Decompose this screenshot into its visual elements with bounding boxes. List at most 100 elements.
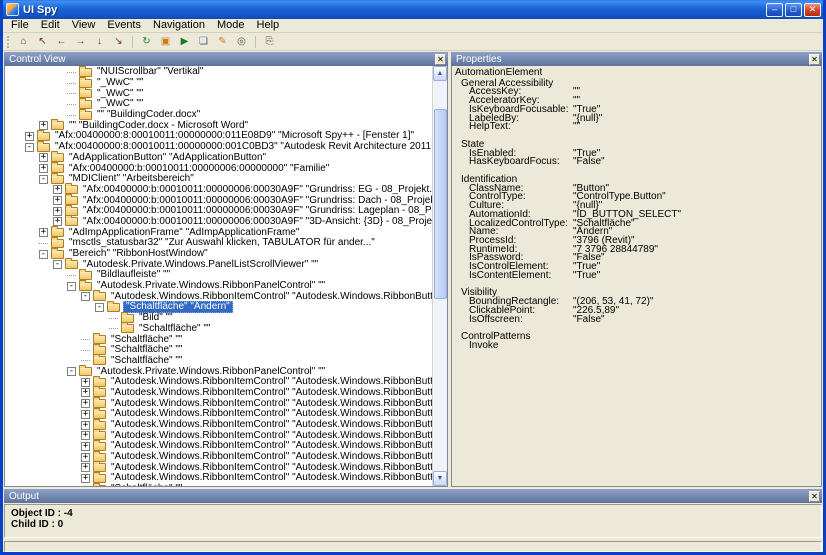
tree-item[interactable]: +"Autodesk.Windows.RibbonItemControl" "A…	[5, 473, 432, 484]
tree-item[interactable]: "Schaltfläche" ""	[5, 334, 432, 345]
expand-icon[interactable]: +	[81, 431, 90, 440]
collapse-icon[interactable]: -	[39, 175, 48, 184]
menu-mode[interactable]: Mode	[211, 19, 251, 32]
menu-help[interactable]: Help	[251, 19, 286, 32]
tree-item[interactable]: "Bild" ""	[5, 313, 432, 324]
control-view-close-icon[interactable]: ✕	[435, 54, 446, 65]
scroll-up-icon[interactable]: ▲	[433, 66, 447, 81]
folder-icon	[107, 303, 120, 312]
expand-icon[interactable]: +	[25, 132, 34, 141]
folder-icon	[51, 121, 64, 130]
tree-item[interactable]: + "Autodesk.Windows.RibbonItemControl" "A…	[5, 420, 432, 431]
expand-icon[interactable]: +	[81, 378, 90, 387]
minimize-button[interactable]: –	[766, 3, 783, 17]
folder-icon	[93, 399, 106, 408]
scroll-track[interactable]	[433, 81, 447, 471]
collapse-icon[interactable]: -	[39, 250, 48, 259]
expand-icon[interactable]: +	[81, 388, 90, 397]
first-child-icon[interactable]: ↓	[91, 34, 108, 49]
scroll-thumb[interactable]	[434, 109, 447, 299]
highlight-icon[interactable]: ✎	[214, 34, 231, 49]
property-row: HelpText:""	[454, 123, 819, 132]
output-header: Output ✕	[4, 489, 822, 503]
next-sibling-icon[interactable]: →	[72, 34, 89, 49]
expand-icon[interactable]: +	[53, 196, 62, 205]
menu-view[interactable]: View	[66, 19, 102, 32]
root-element-icon[interactable]: ⌂	[15, 34, 32, 49]
close-button[interactable]: ✕	[804, 3, 821, 17]
tree-item[interactable]: +"Autodesk.Windows.RibbonItemControl" "A…	[5, 452, 432, 463]
tree-item[interactable]: "_WwC" ""	[5, 99, 432, 110]
tree-item[interactable]: "Schaltfläche" ""	[5, 345, 432, 356]
tree-item-label: "Afx:00400000:b:00010011:00000006:00030A…	[81, 206, 432, 216]
menu-navigation[interactable]: Navigation	[147, 19, 211, 32]
property-row[interactable]: Invoke	[454, 342, 819, 351]
expand-icon[interactable]: +	[81, 442, 90, 451]
tree-item[interactable]: "Schaltfläche" ""	[5, 484, 432, 486]
mode-icon[interactable]: ▣	[157, 34, 174, 49]
tree-item-label: "Schaltfläche" ""	[109, 484, 184, 486]
collapse-icon[interactable]: -	[67, 282, 76, 291]
previous-sibling-icon[interactable]: ←	[53, 34, 70, 49]
tree-item[interactable]: "" "BuildingCoder.docx"	[5, 110, 432, 121]
folder-icon	[93, 485, 106, 486]
tree-item[interactable]: "_WwC" ""	[5, 78, 432, 89]
property-label: IsOffscreen:	[469, 316, 573, 325]
menu-bar: FileEditViewEventsNavigationModeHelp	[3, 19, 823, 33]
expand-icon[interactable]: +	[53, 217, 62, 226]
expand-icon[interactable]: +	[81, 421, 90, 430]
menu-file[interactable]: File	[5, 19, 35, 32]
properties-close-icon[interactable]: ✕	[809, 54, 820, 65]
window-icon[interactable]: ❏	[195, 34, 212, 49]
menu-edit[interactable]: Edit	[35, 19, 66, 32]
tree-item[interactable]: "Schaltfläche" ""	[5, 324, 432, 335]
toolbar-grip-icon[interactable]	[7, 36, 10, 48]
scroll-down-icon[interactable]: ▼	[433, 471, 447, 486]
tree-item[interactable]: -"Afx:00400000:8:00010011:00000000:001C0…	[5, 142, 432, 153]
maximize-button[interactable]: □	[785, 3, 802, 17]
folder-icon	[65, 207, 78, 216]
collapse-icon[interactable]: -	[67, 367, 76, 376]
tree-item[interactable]: -"Autodesk.Private.Windows.RibbonPanelCo…	[5, 281, 432, 292]
parent-element-icon[interactable]: ↖	[34, 34, 51, 49]
tree-item-selected[interactable]: -"Schaltfläche" "Ändern"	[5, 302, 432, 313]
collapse-icon[interactable]: -	[25, 143, 34, 152]
property-label[interactable]: Invoke	[469, 342, 573, 351]
last-child-icon[interactable]: ↘	[110, 34, 127, 49]
start-events-icon[interactable]: ▶	[176, 34, 193, 49]
expand-icon[interactable]: +	[81, 399, 90, 408]
tree-item[interactable]: -"Autodesk.Private.Windows.PanelListScro…	[5, 259, 432, 270]
expand-icon[interactable]: +	[39, 153, 48, 162]
collapse-icon[interactable]: -	[95, 303, 104, 312]
tree-item[interactable]: "Schaltfläche" ""	[5, 356, 432, 367]
expand-icon[interactable]: +	[39, 164, 48, 173]
folder-icon	[93, 474, 106, 483]
output-close-icon[interactable]: ✕	[809, 491, 820, 502]
tree-item-label: "Autodesk.Windows.RibbonItemControl" "Au…	[109, 420, 432, 430]
expand-icon[interactable]: +	[81, 474, 90, 483]
property-value: ""	[573, 123, 819, 132]
collapse-icon[interactable]: -	[81, 292, 90, 301]
expand-icon[interactable]: +	[39, 228, 48, 237]
expand-icon[interactable]: +	[81, 453, 90, 462]
tree-item[interactable]: +"Autodesk.Windows.RibbonItemControl" "A…	[5, 388, 432, 399]
folder-icon	[79, 271, 92, 280]
focus-tracking-icon[interactable]: ◎	[233, 34, 250, 49]
property-label: IsContentElement:	[469, 272, 573, 281]
expand-icon[interactable]: +	[53, 185, 62, 194]
clipboard-icon[interactable]: ⎘	[261, 34, 278, 49]
collapse-icon[interactable]: -	[53, 260, 62, 269]
expand-icon[interactable]: +	[39, 121, 48, 130]
tree-item[interactable]: +"Afx:00400000:b:00010011:00000006:00030…	[5, 217, 432, 228]
expand-icon[interactable]: +	[53, 207, 62, 216]
expand-icon[interactable]: +	[81, 463, 90, 472]
refresh-icon[interactable]: ↻	[138, 34, 155, 49]
output-line: Object ID : -4	[11, 508, 821, 519]
expand-icon[interactable]: +	[81, 410, 90, 419]
tree-connector	[109, 318, 118, 319]
tree-item[interactable]: +"AdApplicationButton" "AdApplicationBut…	[5, 153, 432, 164]
tree-item[interactable]: "NUIScrollbar" "Vertikal"	[5, 67, 432, 78]
tree-scrollbar[interactable]: ▲ ▼	[432, 66, 447, 486]
tree-item[interactable]: "_WwC" ""	[5, 88, 432, 99]
menu-events[interactable]: Events	[101, 19, 147, 32]
